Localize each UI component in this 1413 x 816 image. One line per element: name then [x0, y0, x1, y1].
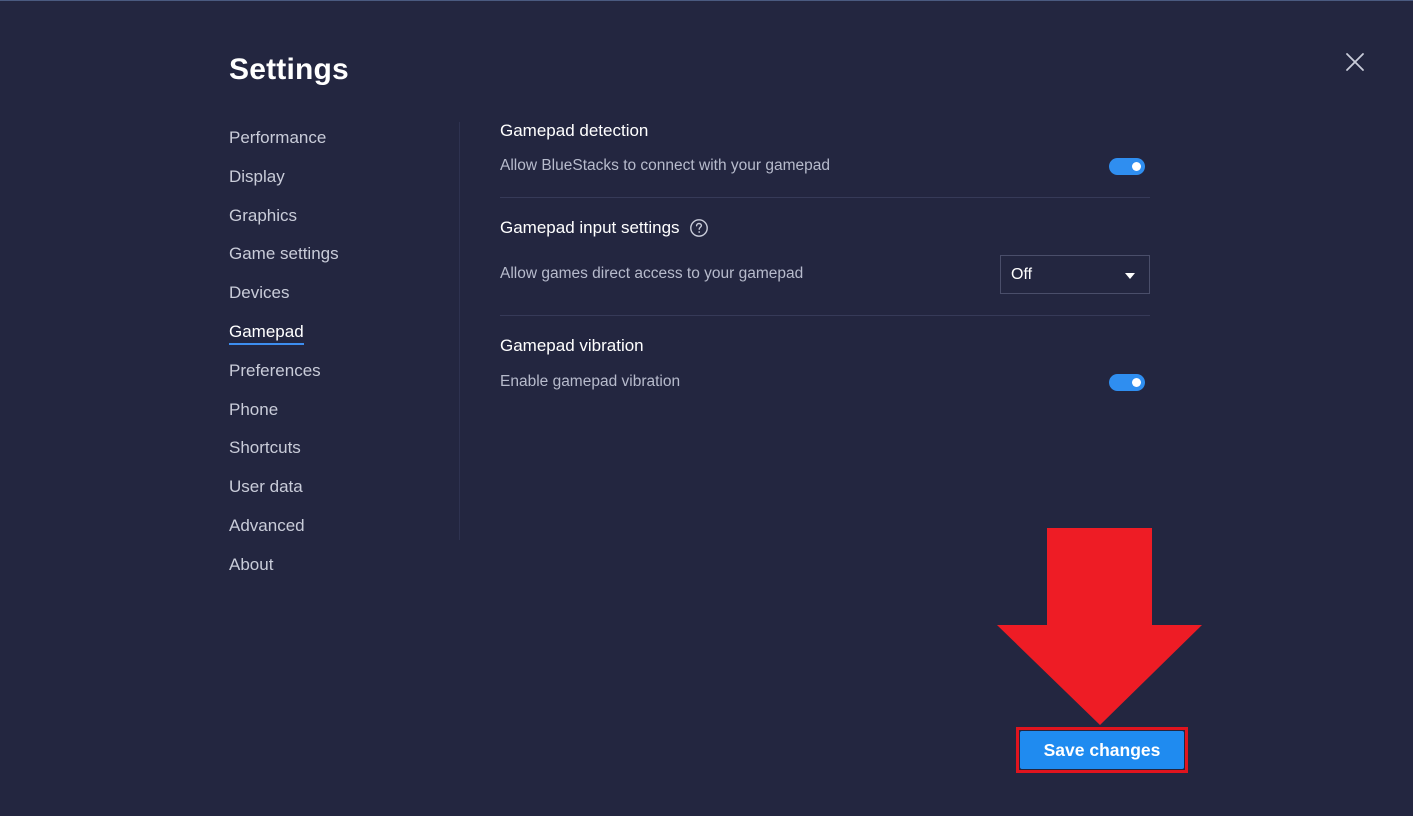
sidebar-item-about[interactable]: About: [229, 551, 449, 590]
gamepad-input-settings-description: Allow games direct access to your gamepa…: [500, 265, 804, 282]
gamepad-input-settings-label: Gamepad input settings: [500, 218, 680, 237]
window-top-border: [0, 0, 1413, 1]
sidebar-item-game-settings[interactable]: Game settings: [229, 240, 449, 279]
gamepad-vibration-description: Enable gamepad vibration: [500, 373, 681, 390]
sidebar-item-shortcuts[interactable]: Shortcuts: [229, 434, 449, 473]
sidebar-item-display[interactable]: Display: [229, 163, 449, 202]
gamepad-vibration-toggle[interactable]: [1109, 374, 1145, 391]
gamepad-detection-toggle[interactable]: [1109, 158, 1145, 175]
section-divider: [500, 315, 1150, 316]
sidebar-divider: [459, 122, 460, 540]
page-title: Settings: [229, 53, 349, 86]
toggle-knob: [1132, 162, 1141, 171]
sidebar-item-graphics[interactable]: Graphics: [229, 202, 449, 241]
gamepad-detection-title: Gamepad detection: [500, 121, 649, 140]
sidebar-item-preferences[interactable]: Preferences: [229, 357, 449, 396]
sidebar-item-performance[interactable]: Performance: [229, 124, 449, 163]
sidebar-item-user-data[interactable]: User data: [229, 473, 449, 512]
down-arrow-icon: [997, 528, 1202, 725]
gamepad-input-settings-title: Gamepad input settings: [500, 218, 709, 238]
close-button[interactable]: [1343, 50, 1367, 74]
gamepad-input-selected-value: Off: [1011, 265, 1033, 283]
close-icon: [1346, 53, 1364, 71]
gamepad-detection-description: Allow BlueStacks to connect with your ga…: [500, 157, 830, 174]
help-circle-icon[interactable]: [689, 218, 709, 238]
sidebar-item-phone[interactable]: Phone: [229, 396, 449, 435]
gamepad-vibration-title: Gamepad vibration: [500, 336, 644, 355]
section-divider: [500, 197, 1150, 198]
sidebar-item-gamepad[interactable]: Gamepad: [229, 318, 449, 357]
save-changes-button[interactable]: Save changes: [1020, 731, 1184, 769]
sidebar-item-devices[interactable]: Devices: [229, 279, 449, 318]
gamepad-input-select[interactable]: Off: [1000, 255, 1150, 294]
toggle-knob: [1132, 378, 1141, 387]
settings-sidebar: Performance Display Graphics Game settin…: [229, 124, 449, 590]
sidebar-item-advanced[interactable]: Advanced: [229, 512, 449, 551]
chevron-down-icon: [1125, 273, 1135, 279]
